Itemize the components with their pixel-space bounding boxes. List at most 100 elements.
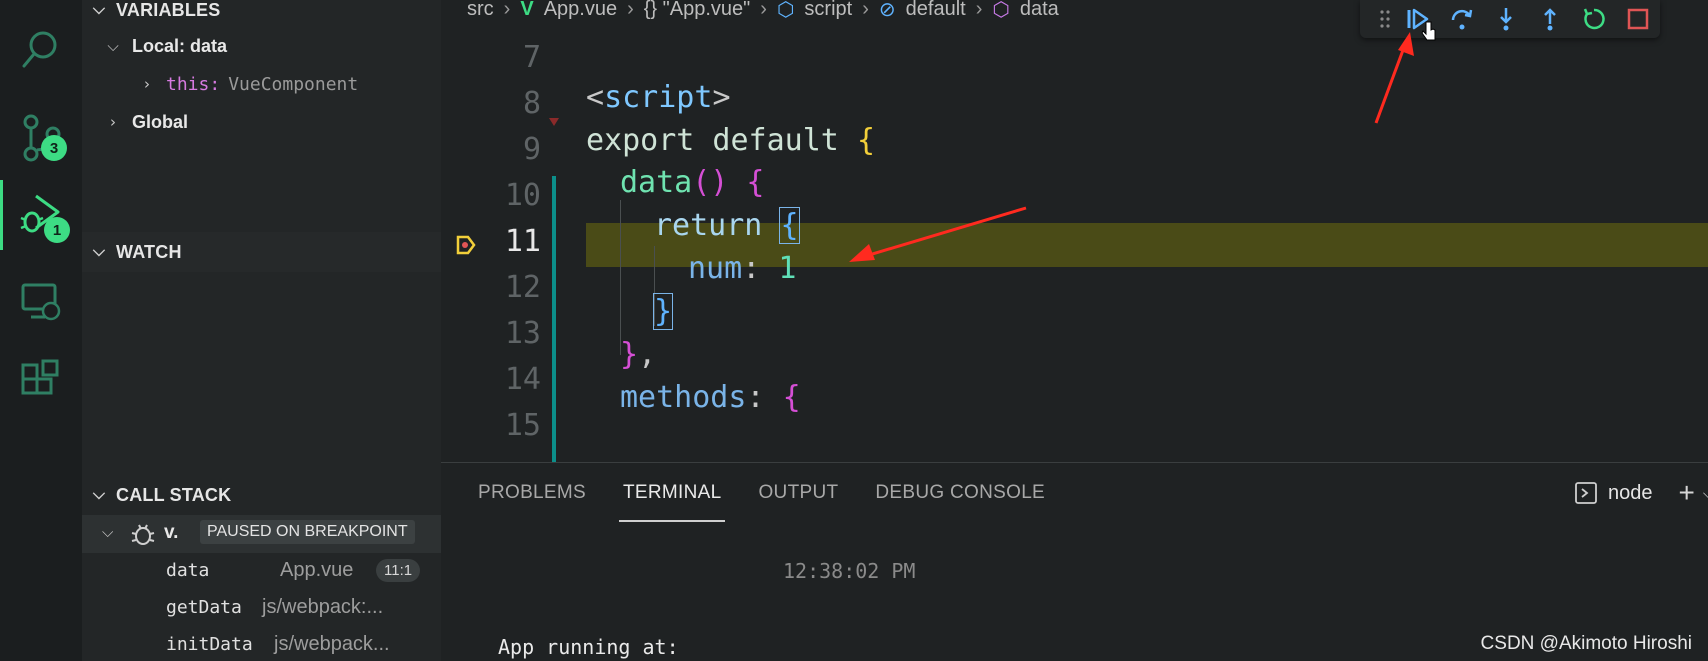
variable-key: this:	[166, 73, 221, 95]
chevron-down-icon: ⌵	[92, 486, 106, 503]
stack-frame-function: initData	[166, 633, 253, 655]
code-token: data	[620, 164, 693, 200]
chevron-down-icon: ⌵	[92, 1, 106, 18]
step-over-icon	[1451, 9, 1473, 30]
variables-section-header[interactable]: ⌵ VARIABLES	[82, 0, 441, 28]
tab-terminal[interactable]: TERMINAL	[618, 463, 726, 523]
paused-status-badge: PAUSED ON BREAKPOINT	[200, 520, 415, 544]
chevron-right-icon: ›	[503, 0, 511, 20]
line-number: 7	[522, 40, 541, 75]
variables-title: VARIABLES	[116, 0, 221, 20]
code-line-15: methods: {	[620, 374, 801, 420]
search-icon	[22, 31, 57, 68]
code-token: >	[712, 79, 731, 115]
scope-local-label: Local: data	[132, 35, 228, 56]
code-token: :	[746, 379, 783, 415]
chevron-down-icon: ⌵	[102, 523, 114, 541]
step-into-icon	[1500, 8, 1512, 31]
panel-tabs: PROBLEMS TERMINAL OUTPUT DEBUG CONSOLE	[441, 463, 1045, 523]
scope-global-label: Global	[132, 111, 189, 132]
breadcrumb-item[interactable]: default	[906, 0, 966, 21]
restart-button[interactable]	[1572, 1, 1616, 37]
line-number: 12	[504, 270, 541, 305]
stack-frame-row[interactable]: data App.vue 11:1	[82, 552, 441, 588]
terminal-shell-name: node	[1608, 481, 1653, 504]
stop-icon	[1627, 8, 1649, 30]
terminal-selector[interactable]: node + ⌵	[1574, 477, 1708, 509]
search-activity-button[interactable]	[0, 14, 82, 84]
remote-explorer-icon	[21, 283, 61, 321]
breadcrumb-item[interactable]: App.vue	[544, 0, 617, 21]
stack-frame-function: getData	[166, 596, 242, 618]
tab-problems[interactable]: PROBLEMS	[478, 463, 586, 523]
run-debug-activity-button[interactable]: 1	[0, 180, 82, 250]
code-line-8: < script >	[586, 74, 731, 120]
breadcrumb: src › V App.vue › {} "App.vue" › ⬡ scrip…	[467, 0, 1069, 21]
chevron-right-icon: ›	[627, 0, 634, 20]
extensions-activity-button[interactable]	[0, 346, 82, 416]
stack-frame-row[interactable]: getData js/webpack:...	[82, 589, 441, 625]
tab-output[interactable]: OUTPUT	[758, 463, 838, 523]
watch-section-header[interactable]: ⌵ WATCH	[82, 234, 441, 270]
step-over-button[interactable]	[1440, 1, 1484, 37]
code-token: methods	[620, 379, 747, 415]
source-control-activity-button[interactable]: 3	[0, 102, 82, 172]
breadcrumb-item[interactable]: script	[804, 0, 852, 21]
chevron-down-icon: ⌵	[107, 37, 119, 55]
stack-frame-function: data	[166, 559, 210, 581]
breakpoint-current-icon[interactable]	[455, 234, 477, 256]
scope-global-row[interactable]: › Global	[102, 104, 188, 140]
stack-frame-position-badge: 11:1	[376, 558, 421, 582]
debug-session-row[interactable]: ⌵ v. PAUSED ON BREAKPOINT	[82, 515, 441, 553]
code-token: export default	[586, 122, 857, 158]
code-token: return	[654, 207, 781, 243]
module-icon: ⬡	[776, 0, 795, 21]
breadcrumb-item[interactable]: src	[467, 0, 494, 21]
step-into-button[interactable]	[1484, 1, 1528, 37]
code-line-13: }	[652, 288, 674, 334]
method-icon: ⬡	[992, 0, 1010, 21]
scope-local-row[interactable]: ⌵ Local: data	[102, 28, 227, 64]
stack-frame-source: js/webpack...	[274, 632, 390, 655]
debug-badge: 1	[44, 217, 70, 243]
stack-frame-source: App.vue	[280, 558, 354, 581]
scm-badge: 3	[41, 135, 67, 161]
code-token: 1	[778, 250, 797, 286]
call-stack-section-header[interactable]: ⌵ CALL STACK	[82, 477, 441, 513]
modified-indicator	[552, 176, 556, 462]
stack-frame-source: js/webpack:...	[262, 595, 384, 618]
chevron-down-icon[interactable]: ⌵	[1703, 485, 1708, 502]
variable-this-row[interactable]: › this: VueComponent	[136, 66, 358, 102]
activity-bar: 3 1	[0, 0, 82, 661]
code-token: {	[779, 206, 800, 244]
chevron-right-icon: ›	[144, 75, 150, 93]
debug-session-name: v.	[164, 522, 179, 543]
stack-frame-row[interactable]: initData js/webpack...	[82, 626, 441, 661]
variable-value: VueComponent	[228, 73, 359, 95]
terminal-icon	[1575, 482, 1597, 504]
code-token: script	[604, 79, 713, 115]
code-line-14: },	[620, 331, 656, 377]
fold-marker	[549, 118, 559, 126]
watch-title: WATCH	[116, 241, 182, 262]
step-out-icon	[1544, 8, 1556, 31]
watermark: CSDN @Akimoto Hiroshi	[1480, 633, 1692, 654]
stop-button[interactable]	[1616, 1, 1660, 37]
vue-file-icon: V	[520, 0, 534, 20]
new-terminal-icon[interactable]: +	[1679, 477, 1695, 509]
tab-debug-console[interactable]: DEBUG CONSOLE	[875, 463, 1045, 523]
annotation-arrow	[1374, 32, 1414, 124]
restart-icon	[1583, 8, 1605, 30]
code-editor[interactable]: src › V App.vue › {} "App.vue" › ⬡ scrip…	[441, 0, 1708, 462]
breadcrumb-item[interactable]: data	[1020, 0, 1059, 21]
chevron-down-icon: ⌵	[92, 243, 106, 260]
code-token: {	[856, 122, 875, 158]
line-number: 8	[522, 86, 541, 121]
debug-sidebar: ⌵ VARIABLES ⌵ Local: data › this: VueCom…	[82, 0, 441, 661]
code-line-10: data() {	[620, 159, 765, 205]
step-out-button[interactable]	[1528, 1, 1572, 37]
breadcrumb-item[interactable]: {} "App.vue"	[644, 0, 751, 21]
remote-explorer-activity-button[interactable]	[0, 266, 82, 336]
line-number: 13	[504, 316, 541, 351]
code-line-11: return {	[654, 202, 800, 248]
